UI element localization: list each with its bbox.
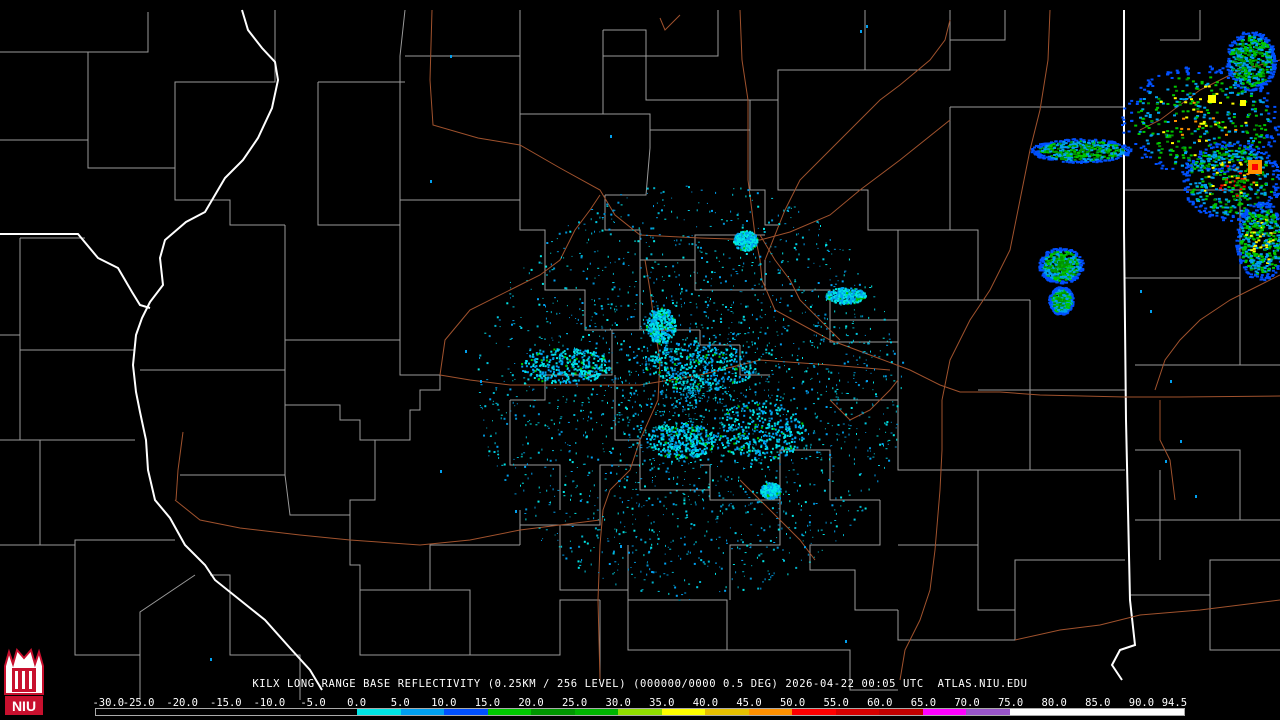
scale-swatch [835, 709, 880, 715]
scale-swatch [792, 709, 836, 715]
scale-swatch [922, 709, 967, 715]
scale-swatch [183, 709, 227, 715]
scale-swatch [226, 709, 271, 715]
scale-swatch [139, 709, 184, 715]
scale-swatch [531, 709, 575, 715]
scale-swatch [357, 709, 401, 715]
scale-swatch [487, 709, 532, 715]
scale-swatch [618, 709, 662, 715]
color-scale-bar [95, 708, 1185, 716]
scale-swatch [1053, 709, 1097, 715]
scale-swatch [661, 709, 706, 715]
scale-swatch [313, 709, 358, 715]
scale-swatch [270, 709, 314, 715]
scale-swatch [1096, 709, 1141, 715]
scale-swatch [966, 709, 1010, 715]
scale-swatch [879, 709, 923, 715]
scale-swatch [1140, 709, 1184, 715]
radar-map [0, 0, 1280, 720]
scale-swatch [96, 709, 140, 715]
niu-logo: NIU [3, 646, 45, 717]
product-caption: KILX LONG RANGE BASE REFLECTIVITY (0.25K… [252, 678, 1028, 690]
scale-swatch [400, 709, 445, 715]
scale-swatch [1009, 709, 1054, 715]
scale-swatch [574, 709, 619, 715]
scale-swatch [705, 709, 749, 715]
scale-swatch [748, 709, 793, 715]
scale-swatch [444, 709, 488, 715]
